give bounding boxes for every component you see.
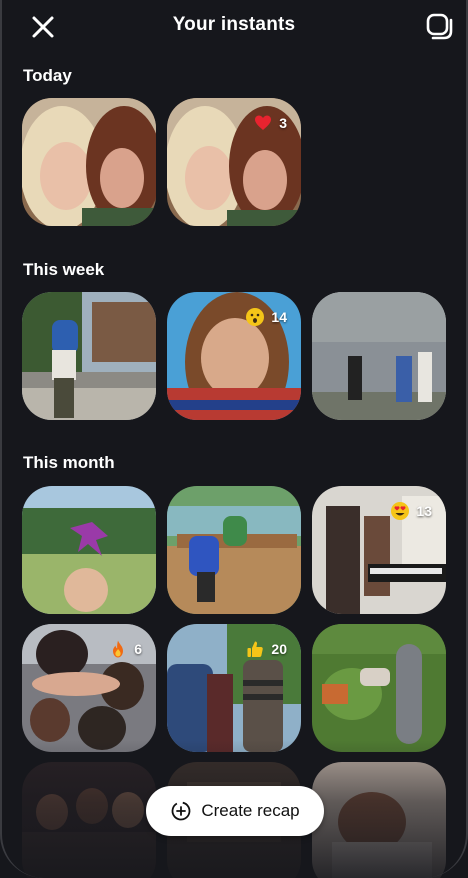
photo-two-girls-selfie	[22, 98, 156, 226]
photo-person-with-guitar	[312, 762, 446, 878]
instant-thumbnail[interactable]	[167, 486, 301, 614]
reaction-count: 6	[134, 641, 142, 657]
reaction-badge: 20	[245, 639, 287, 659]
reaction-badge: 6	[108, 639, 142, 659]
fire-icon	[113, 640, 124, 658]
reaction-count: 3	[279, 115, 287, 131]
reaction-count: 13	[416, 503, 432, 519]
create-recap-label: Create recap	[201, 801, 300, 820]
header: Your instants	[0, 0, 468, 52]
section-label-this-week: This week	[23, 260, 105, 279]
instant-thumbnail[interactable]: 13	[312, 486, 446, 614]
instant-thumbnail[interactable]	[22, 292, 156, 420]
photo-street-piggyback	[22, 292, 156, 420]
instant-thumbnail[interactable]	[22, 98, 156, 226]
instant-thumbnail[interactable]	[312, 624, 446, 752]
layers-icon	[426, 13, 453, 40]
sparkle-plus-icon	[171, 801, 191, 821]
instant-thumbnail[interactable]: 20	[167, 624, 301, 752]
photo-group-on-couch	[22, 762, 156, 878]
reaction-badge: 14	[245, 307, 287, 327]
thumbs-up-icon	[247, 641, 264, 657]
section-label-today: Today	[23, 66, 72, 85]
reaction-count: 14	[271, 309, 287, 325]
photo-skateboard-in-grass	[312, 624, 446, 752]
create-recap-button[interactable]: Create recap	[146, 786, 324, 836]
section-label-this-month: This month	[23, 453, 115, 472]
instant-thumbnail[interactable]: 3	[167, 98, 301, 226]
photo-people-by-fence	[312, 292, 446, 420]
reaction-badge: 13	[390, 501, 432, 521]
instant-thumbnail[interactable]: 14	[167, 292, 301, 420]
instant-thumbnail[interactable]: 6	[22, 624, 156, 752]
instant-thumbnail[interactable]	[22, 762, 156, 878]
instant-thumbnail[interactable]	[312, 762, 446, 878]
heart-eyes-icon	[391, 502, 410, 520]
reaction-badge: 3	[253, 113, 287, 133]
instant-thumbnail[interactable]	[312, 292, 446, 420]
surprised-face-icon	[246, 308, 265, 326]
reaction-count: 20	[271, 641, 287, 657]
instant-thumbnail[interactable]	[22, 486, 156, 614]
heart-icon	[255, 115, 272, 130]
photo-hand-with-pinwheel	[22, 486, 156, 614]
layers-button[interactable]	[422, 10, 456, 44]
page-title: Your instants	[172, 14, 296, 35]
instants-screen: Your instants Today 3 This week 14 This …	[0, 0, 468, 878]
photo-people-at-picnic-table	[167, 486, 301, 614]
